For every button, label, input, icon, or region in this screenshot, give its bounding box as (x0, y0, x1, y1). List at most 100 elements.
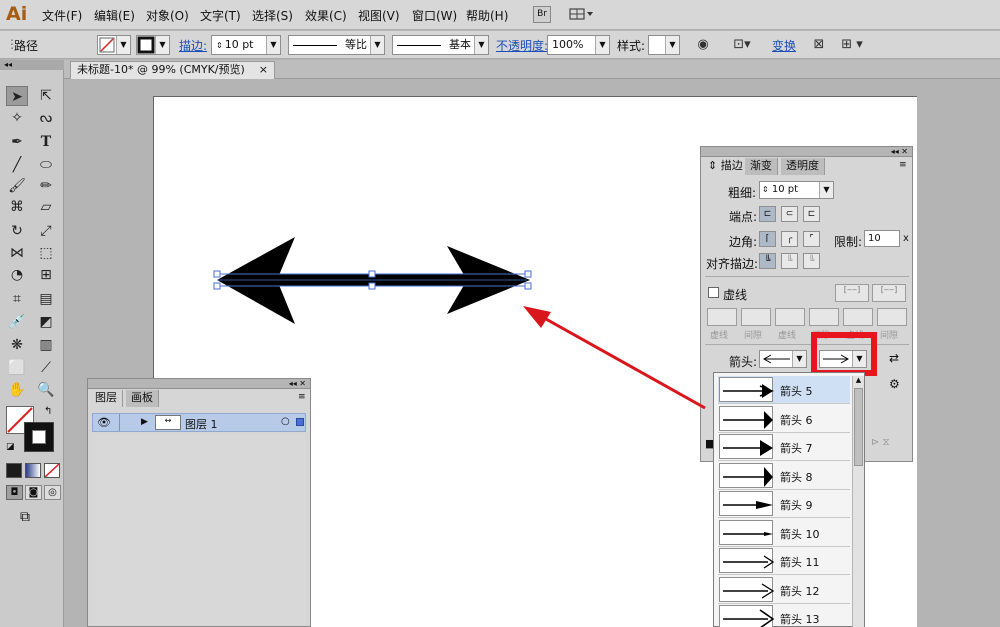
transform-link[interactable]: 变换 (772, 37, 796, 54)
weight-field[interactable]: ⇕ 10 pt ▼ (759, 181, 834, 199)
panel-options-icon[interactable]: ⊞ ▾ (838, 37, 866, 53)
double-arrow-artwork[interactable] (205, 232, 545, 332)
perspective-grid-tool-icon[interactable]: ⊞ (35, 265, 57, 285)
selection-indicator[interactable] (296, 418, 304, 426)
line-tool-icon[interactable]: ╱ (6, 155, 28, 175)
stroke-panel-titlebar[interactable]: ◂◂ ✕ (701, 147, 912, 157)
menu-effect[interactable]: 效果(C) (305, 7, 347, 24)
arrowhead-option[interactable]: 箭头 9 (718, 490, 850, 518)
menu-object[interactable]: 对象(O) (146, 7, 189, 24)
brush-dropdown[interactable]: ▼ (474, 36, 488, 54)
default-colors-icon[interactable]: ◪ (6, 442, 15, 452)
shape-builder-tool-icon[interactable]: ◔ (6, 265, 28, 285)
fill-swatch[interactable]: ▼ (97, 35, 131, 55)
draw-behind-icon[interactable]: ◙ (25, 485, 42, 500)
artboard-tool-icon[interactable]: ⬜ (6, 358, 28, 378)
start-arrowhead-dropdown[interactable]: ▼ (792, 351, 806, 367)
hand-tool-icon[interactable]: ✋ (6, 380, 28, 400)
arrange-documents-button[interactable] (568, 6, 595, 23)
fill-dropdown-arrow[interactable]: ▼ (116, 36, 130, 54)
direct-selection-tool-icon[interactable]: ⇱ (35, 86, 57, 106)
gradient-tool-icon[interactable]: ▤ (35, 289, 57, 309)
stepper-icon[interactable]: ⇕ (216, 41, 223, 50)
pen-tool-icon[interactable]: ✒ (6, 132, 28, 152)
flip-profile-icons[interactable]: ⊳ ⧖ (871, 437, 890, 448)
stroke-weight-dropdown[interactable]: ▼ (266, 36, 280, 54)
selection-tool-icon[interactable]: ➤ (6, 86, 28, 106)
arrowhead-option[interactable]: 箭头 8 (718, 462, 850, 490)
dash-3-field[interactable] (843, 308, 873, 326)
scroll-thumb[interactable] (854, 388, 863, 466)
dash-2-field[interactable] (775, 308, 805, 326)
free-transform-tool-icon[interactable]: ⬚ (35, 243, 57, 263)
recolor-artwork-icon[interactable]: ◉ (694, 37, 712, 53)
round-cap-icon[interactable]: ⊂ (781, 206, 798, 222)
tab-gradient[interactable]: 渐变 (745, 158, 778, 175)
layer-row[interactable]: 👁 ▶ ↔ 图层 1 ○ (92, 413, 306, 432)
magic-wand-tool-icon[interactable]: ✧ (6, 108, 28, 128)
draw-inside-icon[interactable]: ◎ (44, 485, 61, 500)
tab-layers[interactable]: 图层 (90, 390, 123, 407)
menu-edit[interactable]: 编辑(E) (94, 7, 135, 24)
arrowhead-option[interactable]: 箭头 10 (718, 519, 850, 547)
projecting-cap-icon[interactable]: ⊏ (803, 206, 820, 222)
swap-arrowheads-icon[interactable]: ⇄ (889, 351, 899, 365)
align-outside-icon[interactable]: ╚ (803, 253, 820, 269)
eraser-tool-icon[interactable]: ▱ (35, 197, 57, 217)
variable-width-profile[interactable]: 等比 ▼ (288, 35, 385, 55)
blend-tool-icon[interactable]: ◩ (35, 312, 57, 332)
zoom-tool-icon[interactable]: 🔍 (35, 380, 57, 400)
round-join-icon[interactable]: ╭ (781, 231, 798, 247)
column-graph-tool-icon[interactable]: ▥ (35, 335, 57, 355)
slice-tool-icon[interactable]: ⟋ (35, 358, 57, 378)
close-icon[interactable]: × (259, 62, 268, 78)
swap-fill-stroke-icon[interactable]: ↰ (44, 406, 52, 417)
layers-panel-titlebar[interactable]: ◂◂ ✕ (88, 379, 310, 389)
scale-tool-icon[interactable]: ⤢ (35, 221, 57, 241)
draw-normal-icon[interactable]: ◘ (6, 485, 23, 500)
align-options-icon[interactable]: ⊡▾ (730, 37, 754, 53)
align-dashes-icon[interactable]: [‒‒] (872, 284, 906, 302)
tab-transparency[interactable]: 透明度 (781, 158, 825, 175)
arrowhead-option[interactable]: 箭头 5 (718, 376, 850, 404)
mesh-tool-icon[interactable]: ⌗ (6, 289, 28, 309)
pencil-tool-icon[interactable]: ✏ (35, 176, 57, 196)
blob-brush-tool-icon[interactable]: ⌘ (6, 197, 28, 217)
limit-field[interactable]: 10 (864, 230, 900, 247)
style-dropdown[interactable]: ▼ (665, 36, 679, 54)
miter-join-icon[interactable]: ⌈ (759, 231, 776, 247)
tab-stroke[interactable]: ⇕ 描边 (703, 158, 749, 175)
layer-name[interactable]: 图层 1 (185, 416, 218, 432)
menu-select[interactable]: 选择(S) (252, 7, 293, 24)
scroll-up-icon[interactable]: ▲ (854, 376, 863, 386)
tools-panel-collapse-icon[interactable]: ◂◂ (0, 60, 64, 70)
panel-menu-icon[interactable]: ≡ (298, 392, 306, 402)
visibility-eye-icon[interactable]: 👁 (97, 416, 111, 429)
arrowhead-option[interactable]: 箭头 11 (718, 547, 850, 575)
menu-help[interactable]: 帮助(H) (466, 7, 508, 24)
dropdown-scrollbar[interactable]: ▲ (852, 376, 864, 627)
arrowhead-option[interactable]: 箭头 12 (718, 576, 850, 604)
isolate-selected-icon[interactable]: ⊠ (810, 37, 828, 53)
gap-1-field[interactable] (741, 308, 771, 326)
menu-type[interactable]: 文字(T) (200, 7, 241, 24)
gap-3-field[interactable] (877, 308, 907, 326)
target-circle-icon[interactable]: ○ (281, 416, 290, 427)
stroke-color-box[interactable] (24, 422, 54, 452)
weight-dropdown[interactable]: ▼ (819, 182, 833, 198)
none-mode-icon[interactable] (44, 463, 60, 478)
stepper-icon[interactable]: ⇕ (762, 185, 769, 194)
preserve-dashes-icon[interactable]: [‒‒] (835, 284, 869, 302)
rotate-tool-icon[interactable]: ↻ (6, 221, 28, 241)
dashed-line-checkbox[interactable] (708, 287, 719, 298)
bridge-button[interactable]: Br (533, 6, 551, 23)
stroke-swatch[interactable]: ▼ (136, 35, 170, 55)
stroke-dropdown-arrow[interactable]: ▼ (155, 36, 169, 54)
expand-triangle-icon[interactable]: ▶ (141, 417, 148, 427)
lock-toggle[interactable] (119, 414, 137, 431)
opacity-dropdown[interactable]: ▼ (595, 36, 609, 54)
profile-dropdown[interactable]: ▼ (370, 36, 384, 54)
arrowhead-option[interactable]: 箭头 13 (718, 604, 850, 627)
stroke-link[interactable]: 描边: (179, 37, 207, 54)
width-tool-icon[interactable]: ⋈ (6, 243, 28, 263)
